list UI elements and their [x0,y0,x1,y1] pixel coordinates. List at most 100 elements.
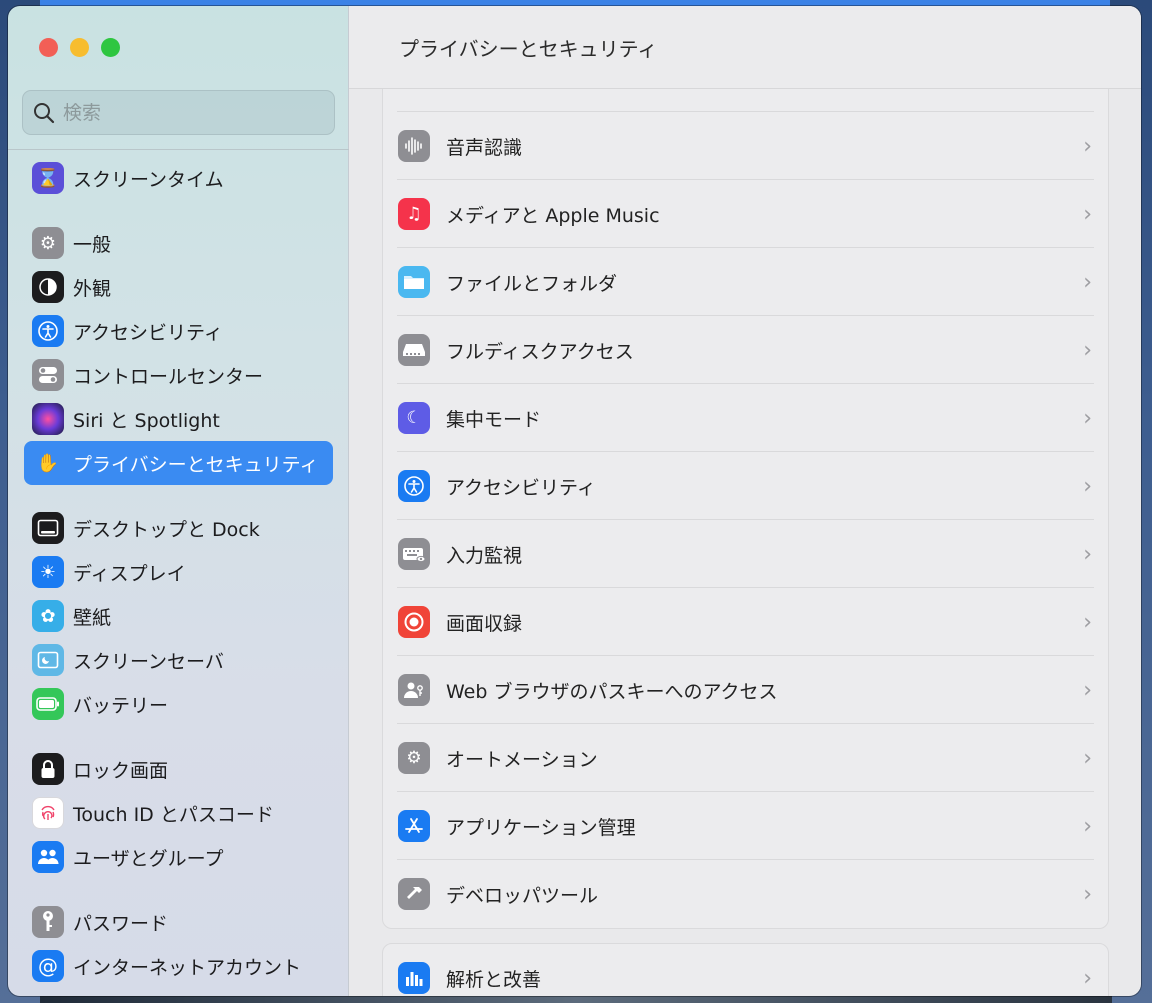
chevron-right-icon: › [1083,965,1092,991]
list-item[interactable]: 解析と改善 › [383,944,1108,996]
privacy-list-group: 音声認識 › ♫ メディアと Apple Music › ファイルとフォルダ › [382,76,1109,929]
chevron-right-icon: › [1083,881,1092,907]
row-label: 解析と改善 [446,968,542,991]
chevron-right-icon: › [1083,405,1092,431]
list-item[interactable]: フルディスクアクセス › [383,316,1108,384]
hourglass-icon: ⌛ [32,162,64,194]
flower-icon: ✿ [32,600,64,632]
sidebar: ⌛ スクリーンタイム ⚙ 一般 外観 アクセシビリティ [8,6,349,996]
disk-icon [398,334,430,366]
bar-chart-icon [398,962,430,994]
settings-window: ⌛ スクリーンタイム ⚙ 一般 外観 アクセシビリティ [8,6,1141,996]
sidebar-item-battery[interactable]: バッテリー [24,682,333,726]
chevron-right-icon: › [1083,133,1092,159]
sidebar-item-label: 壁紙 [73,606,112,629]
list-item[interactable]: デベロッパツール › [383,860,1108,928]
row-label: メディアと Apple Music [446,204,660,227]
lock-icon [32,753,64,785]
traffic-lights [39,38,120,57]
sidebar-item-accessibility[interactable]: アクセシビリティ [24,309,333,353]
record-icon [398,606,430,638]
sidebar-item-label: コントロールセンター [73,365,264,388]
list-item[interactable]: ⚙ オートメーション › [383,724,1108,792]
row-label: 音声認識 [446,136,523,159]
passkey-icon [398,674,430,706]
sidebar-item-desktop-dock[interactable]: デスクトップと Dock [24,506,333,550]
list-item[interactable]: Web ブラウザのパスキーへのアクセス › [383,656,1108,724]
search-input[interactable] [63,101,313,124]
list-item[interactable]: 入力監視 › [383,520,1108,588]
sidebar-item-touch-id[interactable]: Touch ID とパスコード [24,791,333,835]
sidebar-item-lock-screen[interactable]: ロック画面 [24,747,333,791]
chevron-right-icon: › [1083,813,1092,839]
chevron-right-icon: › [1083,677,1092,703]
zoom-button[interactable] [101,38,120,57]
fingerprint-icon [32,797,64,829]
hand-icon: ✋ [32,447,64,479]
sidebar-item-label: 外観 [73,277,112,300]
minimize-button[interactable] [70,38,89,57]
chevron-right-icon: › [1083,609,1092,635]
sidebar-item-label: 一般 [73,233,112,256]
siri-icon [32,403,64,435]
sidebar-item-internet-accounts[interactable]: @ インターネットアカウント [24,944,333,988]
chevron-right-icon: › [1083,269,1092,295]
search-icon [34,102,55,123]
chevron-right-icon: › [1083,337,1092,363]
row-label: ファイルとフォルダ [446,272,618,295]
at-icon: @ [32,950,64,982]
chevron-right-icon: › [1083,473,1092,499]
row-label: 入力監視 [446,544,523,567]
row-label: 集中モード [446,408,542,431]
sidebar-item-control-center[interactable]: コントロールセンター [24,353,333,397]
row-label: Web ブラウザのパスキーへのアクセス [446,680,778,703]
folder-icon [398,266,430,298]
key-icon [32,906,64,938]
sidebar-item-general[interactable]: ⚙ 一般 [24,221,333,265]
screensaver-icon [32,644,64,676]
waveform-icon [398,130,430,162]
list-item[interactable]: アプリケーション管理 › [383,792,1108,860]
list-item[interactable]: アクセシビリティ › [383,452,1108,520]
sidebar-item-privacy-security[interactable]: ✋ プライバシーとセキュリティ [24,441,333,485]
list-item[interactable]: 画面収録 › [383,588,1108,656]
list-item[interactable]: ☾ 集中モード › [383,384,1108,452]
sidebar-item-wallpaper[interactable]: ✿ 壁紙 [24,594,333,638]
moon-icon: ☾ [398,402,430,434]
row-label: フルディスクアクセス [446,340,634,363]
sidebar-item-screen-time[interactable]: ⌛ スクリーンタイム [24,156,333,200]
chevron-right-icon: › [1083,201,1092,227]
list-item[interactable]: ♫ メディアと Apple Music › [383,180,1108,248]
sidebar-item-label: プライバシーとセキュリティ [73,453,319,476]
row-label: オートメーション [446,748,598,771]
sidebar-item-label: ロック画面 [73,759,169,782]
hammer-icon [398,878,430,910]
sidebar-item-screensaver[interactable]: スクリーンセーバ [24,638,333,682]
sidebar-item-siri-spotlight[interactable]: Siri と Spotlight [24,397,333,441]
sidebar-item-label: デスクトップと Dock [73,518,260,541]
sidebar-item-label: パスワード [73,912,169,935]
list-item[interactable]: ファイルとフォルダ › [383,248,1108,316]
analytics-group: 解析と改善 › [382,943,1109,996]
row-label: アクセシビリティ [446,476,596,499]
page-title: プライバシーとセキュリティ [349,6,1141,89]
sidebar-item-label: Siri と Spotlight [73,409,220,432]
gears-icon: ⚙ [398,742,430,774]
row-label: デベロッパツール [446,884,599,907]
accessibility-icon [398,470,430,502]
sidebar-item-label: バッテリー [73,694,169,717]
list-item[interactable]: 音声認識 › [383,112,1108,180]
main-pane: プライバシーとセキュリティ 音声認識 › ♫ メディアと Apple Music… [349,6,1141,996]
gear-icon: ⚙ [32,227,64,259]
sidebar-item-passwords[interactable]: パスワード [24,900,333,944]
battery-icon [32,688,64,720]
toggles-icon [32,359,64,391]
sidebar-item-display[interactable]: ☀ ディスプレイ [24,550,333,594]
chevron-right-icon: › [1083,745,1092,771]
close-button[interactable] [39,38,58,57]
sidebar-item-appearance[interactable]: 外観 [24,265,333,309]
search-box[interactable] [22,90,335,135]
row-label: 画面収録 [446,612,523,635]
sidebar-divider [8,149,349,150]
sidebar-item-users-groups[interactable]: ユーザとグループ [24,835,333,879]
